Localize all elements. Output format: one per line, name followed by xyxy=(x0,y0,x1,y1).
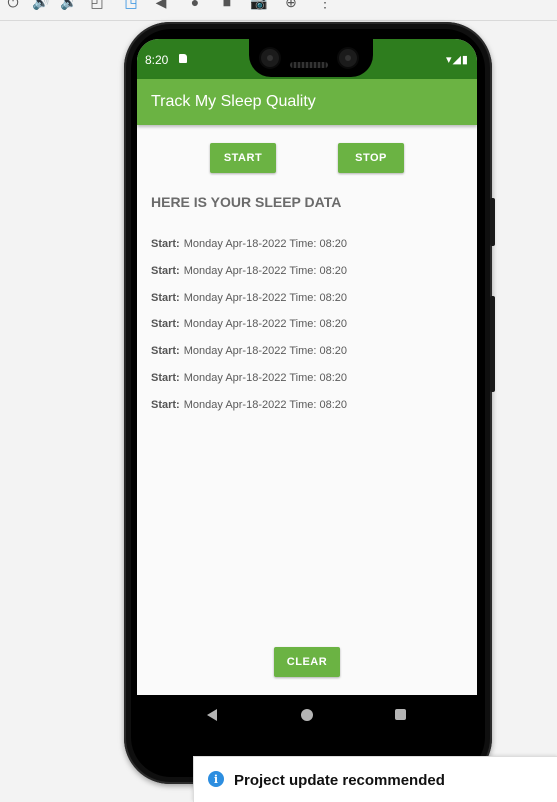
entry-value: Monday Apr-18-2022 Time: 08:20 xyxy=(183,345,347,358)
status-time: 8:20 xyxy=(145,53,169,67)
device-screen: 8:20 ▾◢▮ Track My Sleep Quality START ST… xyxy=(137,39,477,734)
entry-value: Monday Apr-18-2022 Time: 08:20 xyxy=(183,318,347,331)
earpiece-speaker xyxy=(290,62,328,68)
camera-icon[interactable]: 📷 xyxy=(250,0,268,10)
entry-label: Start: xyxy=(151,238,180,250)
power-button xyxy=(490,198,495,246)
list-item: Start: Monday Apr-18-2022 Time: 08:20 xyxy=(151,399,347,426)
app-title: Track My Sleep Quality xyxy=(151,93,316,110)
more-icon[interactable]: ⋮ xyxy=(316,0,334,10)
list-item: Start: Monday Apr-18-2022 Time: 08:20 xyxy=(151,292,347,319)
overview-icon[interactable]: ■ xyxy=(218,0,236,10)
volume-up-icon[interactable]: 🔊 xyxy=(32,0,50,10)
entry-label: Start: xyxy=(151,345,180,358)
clear-button[interactable]: CLEAR xyxy=(274,647,340,677)
entry-label: Start: xyxy=(151,398,180,411)
list-item: Start: Monday Apr-18-2022 Time: 08:20 xyxy=(151,238,347,265)
volume-down-icon[interactable]: 🔉 xyxy=(60,0,78,10)
sleep-data-list: Start: Monday Apr-18-2022 Time: 08:20 Sta… xyxy=(151,238,347,426)
front-camera-icon xyxy=(339,49,357,67)
sd-card-icon xyxy=(179,54,187,63)
entry-value: Monday Apr-18-2022 Time: 08:20 xyxy=(183,291,347,304)
rotate-right-icon[interactable]: ◳ xyxy=(122,0,140,10)
entry-label: Start: xyxy=(151,291,180,304)
list-item: Start: Monday Apr-18-2022 Time: 08:20 xyxy=(151,372,347,399)
list-item: Start: Monday Apr-18-2022 Time: 08:20 xyxy=(151,265,347,292)
camera-notch xyxy=(249,39,373,77)
nav-recents-icon[interactable] xyxy=(395,709,406,720)
entry-value: Monday Apr-18-2022 Time: 08:20 xyxy=(183,264,347,277)
info-icon: i xyxy=(208,771,224,787)
zoom-icon[interactable]: ⊕ xyxy=(282,0,300,10)
entry-value: Monday Apr-18-2022 Time: 08:20 xyxy=(183,398,347,411)
entry-label: Start: xyxy=(151,318,180,331)
navigation-bar xyxy=(137,695,477,734)
stop-button[interactable]: STOP xyxy=(338,143,404,173)
entry-label: Start: xyxy=(151,371,180,384)
emulator-toolbar: ⏻ 🔊 🔉 ◰ ◳ ◀ ● ■ 📷 ⊕ ⋮ xyxy=(0,0,557,21)
start-button[interactable]: START xyxy=(210,143,276,173)
front-camera-icon xyxy=(261,49,279,67)
home-icon[interactable]: ● xyxy=(186,0,204,10)
notification-text: Project update recommended xyxy=(234,772,445,789)
entry-value: Monday Apr-18-2022 Time: 08:20 xyxy=(183,238,347,250)
rotate-left-icon[interactable]: ◰ xyxy=(88,0,106,10)
signal-battery-icons: ▾◢▮ xyxy=(445,54,469,66)
entry-value: Monday Apr-18-2022 Time: 08:20 xyxy=(183,371,347,384)
sleep-data-heading: HERE IS YOUR SLEEP DATA xyxy=(151,194,342,210)
list-item: Start: Monday Apr-18-2022 Time: 08:20 xyxy=(151,318,347,345)
volume-rocker xyxy=(490,296,495,392)
back-icon[interactable]: ◀ xyxy=(152,0,170,10)
power-icon[interactable]: ⏻ xyxy=(4,0,22,10)
app-bar: Track My Sleep Quality xyxy=(137,79,477,125)
nav-home-icon[interactable] xyxy=(301,709,313,721)
notification-toast[interactable]: i Project update recommended xyxy=(193,756,557,802)
nav-back-icon[interactable] xyxy=(207,709,217,721)
entry-label: Start: xyxy=(151,264,180,277)
list-item: Start: Monday Apr-18-2022 Time: 08:20 xyxy=(151,345,347,372)
